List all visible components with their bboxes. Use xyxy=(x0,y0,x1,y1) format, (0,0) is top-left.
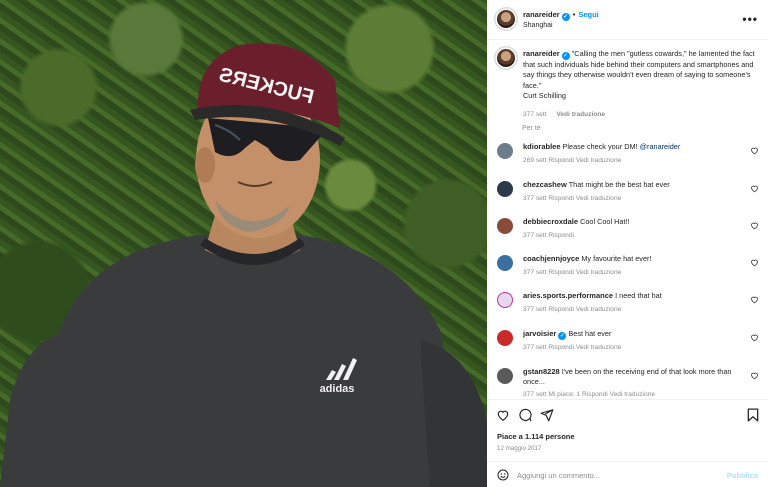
header-author: ranareider ✓ • Segui xyxy=(523,10,599,21)
comment-text: Please check your DM! xyxy=(562,142,640,151)
caption-translate-link[interactable]: Vedi traduzione xyxy=(556,111,605,118)
post-actions: Piace a 1.114 persone 12 maggio 2017 Pub… xyxy=(487,399,768,487)
reply-button[interactable]: Rispondi xyxy=(548,157,574,164)
translate-link[interactable]: Vedi traduzione xyxy=(576,269,621,276)
comment-text: My favourite hat ever! xyxy=(581,254,652,263)
comment-text: I need that hat xyxy=(615,291,662,300)
like-comment-heart-icon[interactable] xyxy=(750,184,759,193)
translate-link[interactable]: Vedi traduzione xyxy=(576,344,621,351)
comment-item: kdiorablee Please check your DM! @ranare… xyxy=(497,142,759,172)
comment-mention[interactable]: @ranareider xyxy=(640,142,681,151)
like-heart-icon[interactable] xyxy=(496,408,510,422)
follow-button[interactable]: Segui xyxy=(578,10,598,19)
comment-text: Best hat ever xyxy=(568,329,612,338)
commenter-avatar[interactable] xyxy=(497,255,513,271)
comment-item: jarvoisier ✓ Best hat ever 377 sett Rispo… xyxy=(497,329,759,359)
comment-time[interactable]: 377 sett xyxy=(523,232,546,239)
translate-link[interactable]: Vedi traduzione xyxy=(576,195,621,202)
caption-signature: Curt Schilling xyxy=(523,91,566,101)
verified-icon: ✓ xyxy=(558,332,567,340)
caption-avatar[interactable] xyxy=(497,49,515,67)
reply-button[interactable]: Rispondi xyxy=(548,269,574,276)
comment-item: coachjennjoyce My favourite hat ever! 37… xyxy=(497,254,759,284)
save-bookmark-icon[interactable] xyxy=(747,408,759,422)
reply-button[interactable]: Rispondi xyxy=(548,306,574,313)
more-options-icon[interactable]: ••• xyxy=(742,12,758,26)
comment-username[interactable]: kdiorablee xyxy=(523,142,561,151)
comment-text: That might be the best hat ever xyxy=(568,180,670,189)
comment-time[interactable]: 377 sett xyxy=(523,306,546,313)
comments-list[interactable]: ranareider ✓ "Calling the men "gutless co… xyxy=(487,41,768,399)
post-side-panel: ranareider ✓ • Segui Shanghai ••• ranareide… xyxy=(487,0,768,487)
translate-link[interactable]: Vedi traduzione xyxy=(610,391,655,398)
commenter-avatar[interactable] xyxy=(497,181,513,197)
reply-button[interactable]: Rispondi xyxy=(548,344,574,351)
comment-time[interactable]: 377 sett xyxy=(523,344,546,351)
verified-icon: ✓ xyxy=(561,52,570,60)
commenter-avatar[interactable] xyxy=(497,143,513,159)
publish-button[interactable]: Pubblica xyxy=(727,471,758,480)
post-header: ranareider ✓ • Segui Shanghai ••• xyxy=(487,0,768,40)
comment-likes-count[interactable]: Mi piace: 1 xyxy=(548,391,580,398)
emoji-icon[interactable] xyxy=(497,469,509,481)
post-photo[interactable]: FUCKERS adidas xyxy=(0,0,487,487)
add-comment-row: Pubblica xyxy=(487,461,768,487)
translate-link[interactable]: Vedi traduzione xyxy=(576,157,621,164)
post-date[interactable]: 12 maggio 2017 xyxy=(497,445,541,452)
reply-button[interactable]: Rispondi xyxy=(548,232,574,239)
caption-username[interactable]: ranareider xyxy=(523,49,560,58)
comment-time[interactable]: 269 sett xyxy=(523,157,546,164)
comment-username[interactable]: chezcashew xyxy=(523,180,567,189)
reply-button[interactable]: Rispondi xyxy=(582,391,608,398)
like-comment-heart-icon[interactable] xyxy=(750,258,759,267)
comment-username[interactable]: debbiecroxdale xyxy=(523,217,578,226)
for-you-label: Per te xyxy=(522,125,541,132)
comment-item: debbiecroxdale Cool Cool Hat!! 377 sett … xyxy=(497,217,759,247)
adidas-text: adidas xyxy=(320,383,355,395)
comment-username[interactable]: aries.sports.performance xyxy=(523,291,613,300)
likes-count[interactable]: Piace a 1.114 persone xyxy=(497,432,575,441)
translate-link[interactable]: Vedi traduzione xyxy=(576,306,621,313)
comment-username[interactable]: gstan8228 xyxy=(523,367,560,376)
reply-button[interactable]: Rispondi xyxy=(548,195,574,202)
comment-time[interactable]: 377 sett xyxy=(523,195,546,202)
shirt xyxy=(40,235,470,487)
comment-item: gstan8228 I've been on the receiving end… xyxy=(497,367,759,399)
comment-username[interactable]: coachjennjoyce xyxy=(523,254,579,263)
comment-item: chezcashew That might be the best hat ev… xyxy=(497,180,759,210)
commenter-avatar[interactable] xyxy=(497,292,513,308)
comment-item: aries.sports.performance I need that hat… xyxy=(497,291,759,321)
commenter-avatar[interactable] xyxy=(497,218,513,234)
comment-time[interactable]: 377 sett xyxy=(523,269,546,276)
comment-time[interactable]: 377 sett xyxy=(523,391,546,398)
comment-username[interactable]: jarvoisier xyxy=(523,329,556,338)
caption-time[interactable]: 377 sett xyxy=(523,111,546,118)
location-link[interactable]: Shanghai xyxy=(523,22,553,29)
commenter-avatar[interactable] xyxy=(497,368,513,384)
photo-illustration: FUCKERS adidas xyxy=(0,43,487,487)
like-comment-heart-icon[interactable] xyxy=(750,333,759,342)
like-comment-heart-icon[interactable] xyxy=(750,221,759,230)
author-avatar[interactable] xyxy=(497,10,515,28)
like-comment-heart-icon[interactable] xyxy=(750,371,759,380)
like-comment-heart-icon[interactable] xyxy=(750,295,759,304)
commenter-avatar[interactable] xyxy=(497,330,513,346)
verified-icon: ✓ xyxy=(561,13,570,21)
comment-text: Cool Cool Hat!! xyxy=(580,217,630,226)
add-comment-input[interactable] xyxy=(517,468,717,482)
like-comment-heart-icon[interactable] xyxy=(750,146,759,155)
comment-icon[interactable] xyxy=(518,408,532,422)
author-username[interactable]: ranareider xyxy=(523,10,560,19)
share-icon[interactable] xyxy=(540,408,554,422)
